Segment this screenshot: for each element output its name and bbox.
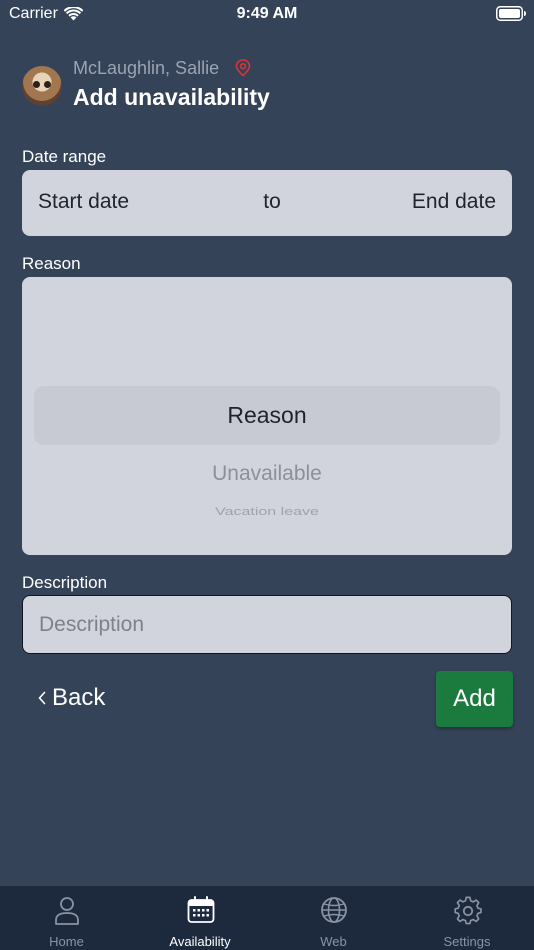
tab-web-label: Web [320,934,347,949]
tab-home-label: Home [49,934,84,949]
tab-home[interactable]: Home [0,886,133,950]
calendar-icon [187,896,214,923]
picker-selected-option[interactable]: Reason [22,402,512,429]
description-input[interactable] [22,595,512,654]
tab-web[interactable]: Web [267,886,400,950]
chevron-left-icon [38,691,46,705]
end-date-button[interactable]: End date [412,190,496,214]
battery-icon [496,6,526,21]
user-name: McLaughlin, Sallie [73,58,220,78]
date-range-field: Start date to End date [22,170,512,236]
tab-availability[interactable]: Availability [134,886,267,950]
location-pin-icon [235,59,251,77]
status-bar: Carrier 9:49 AM [0,0,534,30]
back-button-label: Back [52,684,106,711]
tab-settings[interactable]: Settings [401,886,534,950]
globe-icon [321,897,347,923]
avatar[interactable] [22,66,62,106]
picker-option-unavailable[interactable]: Unavailable [22,462,512,486]
back-button[interactable]: Back [38,682,105,714]
status-time: 9:49 AM [236,5,298,22]
picker-option-vacation-leave[interactable]: Vacation leave [22,506,512,519]
tab-settings-label: Settings [443,934,491,949]
description-label: Description [22,573,108,592]
tab-availability-label: Availability [169,934,231,949]
page-header: McLaughlin, Sallie Add unavailability [22,58,512,114]
page-title: Add unavailability [73,84,270,110]
reason-picker[interactable]: Reason Unavailable Vacation leave [22,277,512,555]
gear-icon [453,896,482,925]
reason-label: Reason [22,254,81,273]
tab-bar: Home Availability Web Settings [0,886,534,950]
date-range-label: Date range [22,147,107,166]
add-button[interactable]: Add [436,671,513,727]
person-icon [55,897,79,925]
